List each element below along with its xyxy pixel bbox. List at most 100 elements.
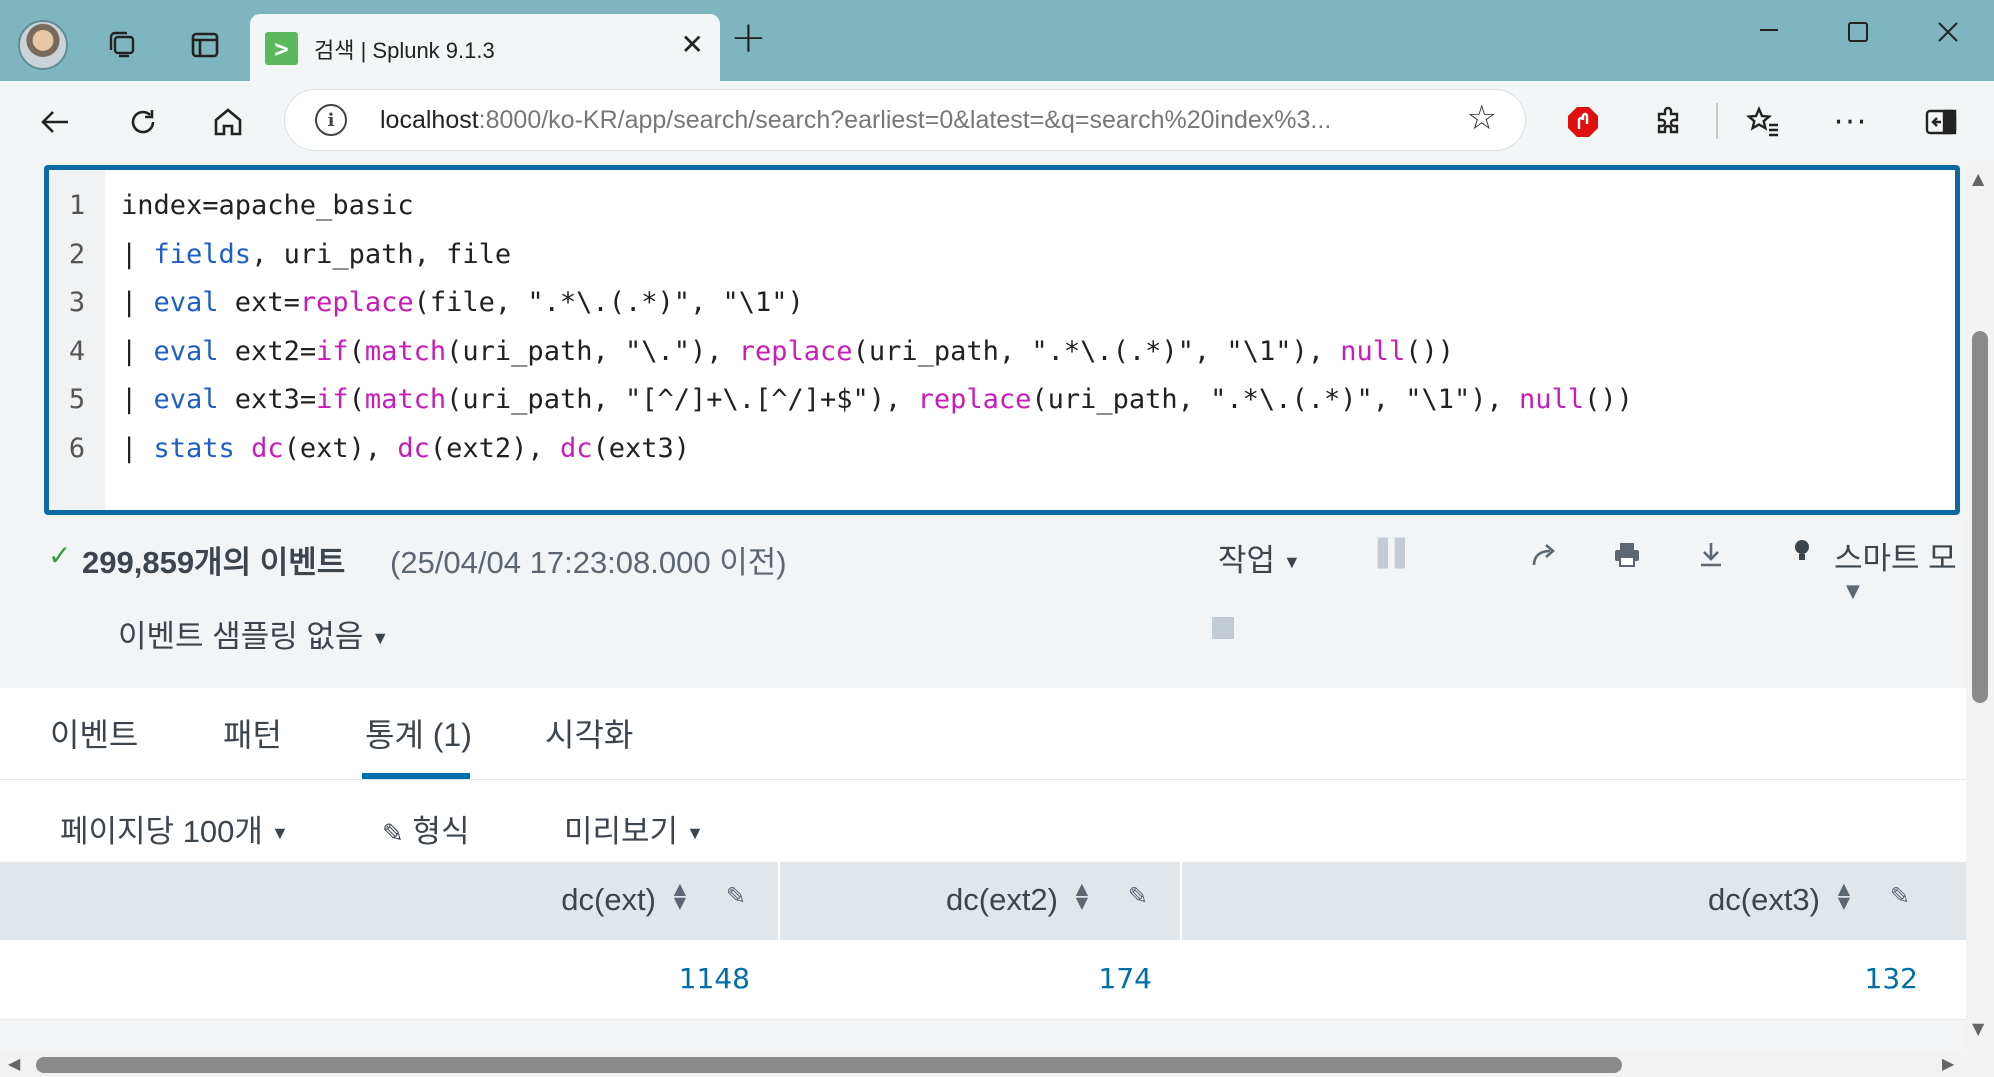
code-line[interactable]: 3 | eval ext=replace(file, ".*\.(.*)", "\… [49,279,1955,327]
url-path: :8000/ko-KR/app/search/search?earliest=0… [478,106,1332,134]
edit-column-icon[interactable]: ✎ [1128,882,1148,910]
edit-column-icon[interactable]: ✎ [726,882,746,910]
spl-text: (uri_path, ".*\.(.*)", "\1"), [1031,384,1520,415]
favorites-icon[interactable] [1740,99,1786,145]
cell-dc-ext3[interactable]: 132 [1865,962,1918,995]
caret-down-icon: ▼ [686,823,704,844]
tab-events[interactable]: 이벤트 [50,710,138,756]
spl-command: eval [153,384,219,415]
favorite-star-icon[interactable]: ☆ [1467,98,1497,138]
tab-statistics[interactable]: 통계 (1) [365,710,472,756]
job-menu-label: 작업 [1218,543,1276,578]
share-icon[interactable] [1530,539,1560,576]
spl-text: ( [348,335,365,367]
spl-text: (file, ".*\.(.*)", "\1") [413,287,804,318]
event-sampling-dropdown[interactable]: 이벤트 샘플링 없음 ▼ [118,611,389,656]
sort-icon[interactable]: ▲ ▼ [1076,881,1088,911]
spl-function: match [364,335,447,367]
search-mode-selector[interactable]: 스마트 모 [1834,533,1957,578]
format-button[interactable]: ✎ 형식 [382,806,469,851]
line-number: 1 [68,190,86,221]
sort-icon[interactable]: ▲ ▼ [1838,881,1850,911]
stop-icon[interactable] [1212,617,1234,639]
extensions-icon[interactable] [1646,99,1692,145]
preview-label: 미리보기 [564,814,679,849]
tab-title: 검색 | Splunk 9.1.3 [314,38,495,63]
close-tab-icon[interactable]: ✕ [681,28,704,61]
stats-table-header: dc(ext) ▲ ▼ ✎ dc(ext2) ▲ ▼ ✎ dc(ext3) ▲ ▼ ✎ [0,862,1966,940]
code-line[interactable]: 5 | eval ext3=if(match(uri_path, "[^/]+\.… [49,376,1955,424]
tab-patterns[interactable]: 패턴 [223,710,282,756]
sort-icon[interactable]: ▲ ▼ [674,881,686,911]
cell-dc-ext[interactable]: 1148 [679,962,750,995]
spl-function: if [316,384,349,415]
column-label: dc(ext2) [946,882,1058,917]
back-icon[interactable] [32,99,78,145]
spl-function: if [316,335,349,367]
scroll-down-icon[interactable]: ▼ [1972,1019,1984,1038]
cell-dc-ext2[interactable]: 174 [1099,962,1152,995]
search-query-editor[interactable]: 1 index=apache_basic 2 | fields, uri_path, … [44,165,1960,515]
minimize-icon[interactable] [1757,18,1781,49]
export-download-icon[interactable] [1696,539,1726,576]
scrollbar-thumb[interactable] [1972,331,1988,703]
code-text: | stats dc(ext), dc(ext2), dc(ext3) [121,425,690,473]
spl-text: ext2= [218,335,317,367]
table-row: 1148 174 132 [0,940,1966,1020]
edit-column-icon[interactable]: ✎ [1890,882,1910,910]
url-text[interactable]: localhost:8000/ko-KR/app/search/search?e… [380,106,1331,135]
adblock-icon[interactable] [1560,99,1606,145]
search-status-bar: ✓ 299,859개의 이벤트 (25/04/04 17:23:08.000 이… [0,531,1966,711]
print-icon[interactable] [1612,539,1642,576]
spl-function: match [364,384,447,415]
caret-down-icon[interactable]: ▼ [1846,581,1860,602]
per-page-dropdown[interactable]: 페이지당 100개 ▼ [60,806,289,851]
code-text: | fields, uri_path, file [121,231,511,279]
spl-function: replace [917,384,1032,415]
browser-tab-bar: > 검색 | Splunk 9.1.3 ✕ + [0,0,1994,81]
code-line[interactable]: 4 | eval ext2=if(match(uri_path, "\."), r… [49,328,1955,376]
column-label: dc(ext3) [1708,882,1820,917]
maximize-icon[interactable] [1846,20,1870,51]
results-tabs: 이벤트 패턴 통계 (1) 시각화 [0,688,1966,780]
tab-actions-icon[interactable] [182,22,228,68]
pause-icon[interactable]: ▌▌ [1378,539,1415,569]
preview-dropdown[interactable]: 미리보기 ▼ [564,806,704,851]
spl-command: stats [153,432,235,464]
splunk-favicon-icon: > [265,32,298,65]
job-menu-button[interactable]: 작업 ▼ [1218,535,1301,580]
active-browser-tab[interactable]: > 검색 | Splunk 9.1.3 ✕ [250,14,720,81]
new-tab-button[interactable]: + [730,16,767,60]
horizontal-scrollbar[interactable]: ◀ ▶ [0,1052,1966,1077]
site-info-icon[interactable]: i [315,104,347,136]
more-icon[interactable]: ··· [1828,99,1874,145]
spl-text: (uri_path, "\."), [446,335,739,367]
spl-command: eval [153,335,219,367]
workspaces-icon[interactable] [100,22,146,68]
spl-function: replace [299,287,414,318]
code-line[interactable]: 2 | fields, uri_path, file [49,231,1955,279]
scroll-left-icon[interactable]: ◀ [8,1054,20,1073]
sidebar-icon[interactable] [1918,99,1964,145]
refresh-icon[interactable] [120,99,166,145]
close-window-icon[interactable] [1936,20,1960,51]
spl-function: dc [559,432,593,464]
code-line[interactable]: 1 index=apache_basic [49,182,1955,230]
column-header-dc-ext3[interactable]: dc(ext3) ▲ ▼ ✎ [1182,862,1966,940]
line-number: 5 [68,384,86,415]
vertical-scrollbar[interactable]: ▲ ▼ [1966,161,1994,1077]
code-line[interactable]: 6 | stats dc(ext), dc(ext2), dc(ext3) [49,425,1955,473]
home-icon[interactable] [205,99,251,145]
spl-command: fields [153,238,252,270]
column-header-dc-ext2[interactable]: dc(ext2) ▲ ▼ ✎ [780,862,1182,940]
table-toolbar: 페이지당 100개 ▼ ✎ 형식 미리보기 ▼ [0,780,1966,862]
column-header-dc-ext[interactable]: dc(ext) ▲ ▼ ✎ [0,862,780,940]
scroll-right-icon[interactable]: ▶ [1942,1054,1954,1073]
profile-avatar[interactable] [18,20,68,70]
scroll-up-icon[interactable]: ▲ [1972,169,1984,188]
caret-down-icon: ▼ [1283,552,1301,573]
spl-text: (ext), [283,432,398,464]
tab-visualization[interactable]: 시각화 [545,710,633,756]
address-bar[interactable]: i localhost:8000/ko-KR/app/search/search… [284,89,1526,151]
scrollbar-thumb[interactable] [36,1057,1622,1073]
